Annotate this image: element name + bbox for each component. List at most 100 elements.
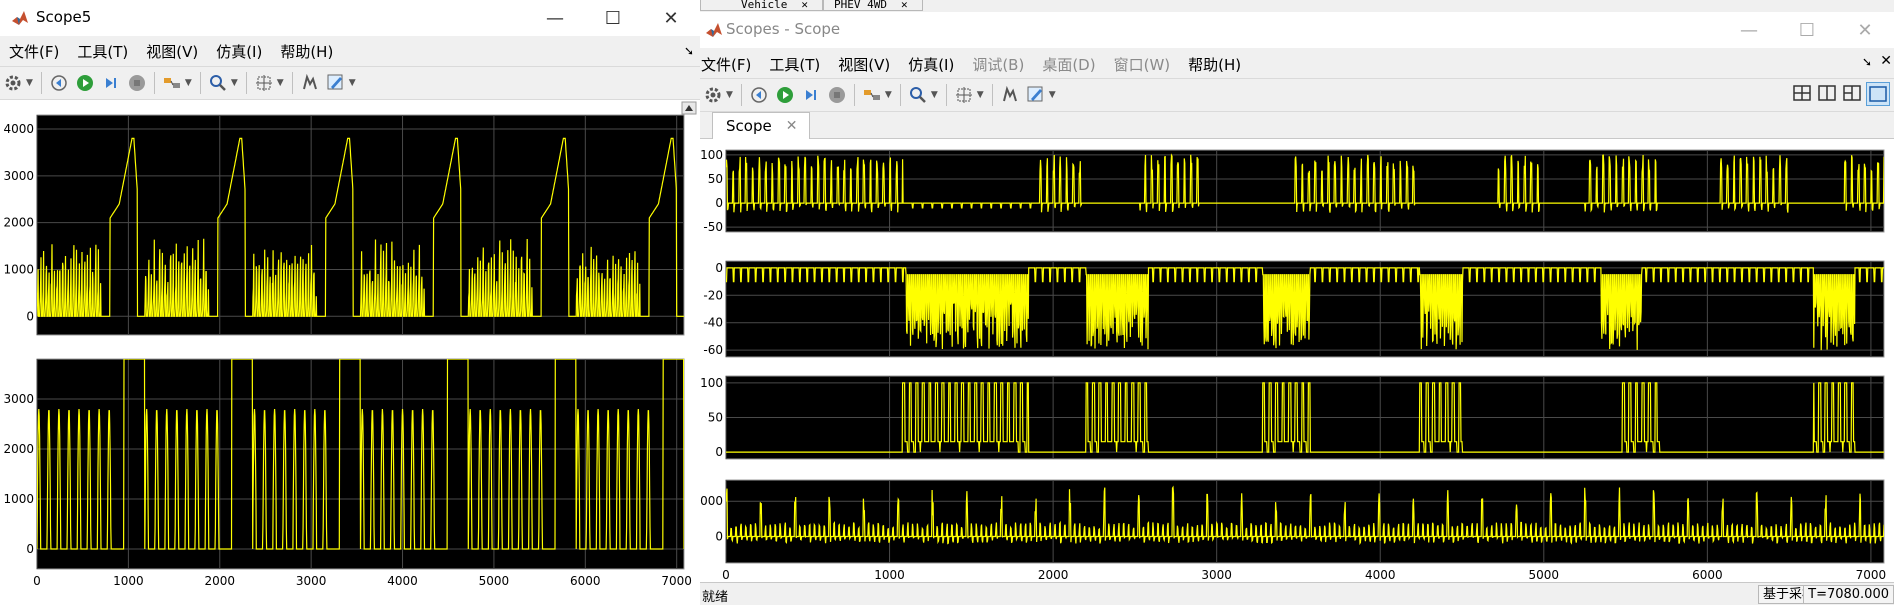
- stop-icon[interactable]: [826, 83, 848, 107]
- chevron-down-icon[interactable]: ▼: [349, 78, 356, 88]
- close-button[interactable]: ✕: [1836, 12, 1894, 48]
- highlight-icon[interactable]: [161, 71, 183, 95]
- minimize-button[interactable]: —: [526, 0, 584, 36]
- menu-help[interactable]: 帮助(H): [271, 39, 342, 65]
- menu-tools[interactable]: 工具(T): [760, 52, 829, 78]
- x-tick-label: 6000: [570, 574, 601, 588]
- layout-single-icon[interactable]: [1866, 82, 1890, 106]
- menu-file[interactable]: 文件(F): [700, 52, 760, 78]
- layout-grid-icon[interactable]: [1791, 82, 1813, 104]
- y-tick-label: 0: [26, 309, 34, 323]
- bg-tab-phev[interactable]: PHEV_4WD ✕: [822, 0, 923, 11]
- menu-view[interactable]: 视图(V): [137, 39, 207, 65]
- menu-view[interactable]: 视图(V): [829, 52, 899, 78]
- x-tick-label: 4000: [1365, 568, 1396, 582]
- window-title: Scopes - Scope: [726, 20, 841, 38]
- menu-help[interactable]: 帮助(H): [1179, 52, 1250, 78]
- layout-split-left-icon[interactable]: [1841, 82, 1863, 104]
- y-tick-label: 100: [700, 376, 723, 390]
- x-tick-label: 2000: [1038, 568, 1069, 582]
- menubar: 文件(F) 工具(T) 视图(V) 仿真(I) 帮助(H): [0, 39, 700, 65]
- plot-background: [725, 149, 1885, 233]
- step-forward-icon[interactable]: [800, 83, 822, 107]
- style-icon[interactable]: [325, 71, 347, 95]
- y-tick-label: 0: [715, 196, 723, 210]
- scope5-window: Scope5 — ☐ ✕ 文件(F) 工具(T) 视图(V) 仿真(I) 帮助(…: [0, 0, 701, 605]
- x-tick-label: 0: [33, 574, 41, 588]
- step-back-icon[interactable]: [748, 83, 770, 107]
- menu-simulation[interactable]: 仿真(I): [899, 52, 963, 78]
- menu-window[interactable]: 窗口(W): [1105, 52, 1180, 78]
- run-icon[interactable]: [774, 83, 796, 107]
- x-tick-label: 7000: [1856, 568, 1887, 582]
- gear-icon[interactable]: [2, 71, 24, 95]
- chevron-down-icon[interactable]: ▼: [231, 78, 238, 88]
- close-icon[interactable]: ✕: [801, 0, 808, 10]
- gear-icon[interactable]: [702, 83, 724, 107]
- layout-split-icon[interactable]: [1816, 82, 1838, 104]
- y-tick-label: 2000: [3, 216, 34, 230]
- chevron-down-icon[interactable]: ▼: [1049, 90, 1056, 100]
- highlight-icon[interactable]: [861, 83, 883, 107]
- maximize-button[interactable]: ☐: [1778, 12, 1836, 48]
- chevron-down-icon[interactable]: ▼: [726, 90, 733, 100]
- toolbar-separator: [199, 72, 201, 94]
- maximize-button[interactable]: ☐: [584, 0, 642, 36]
- y-tick-label: 3000: [3, 392, 34, 406]
- dock-arrow-icon[interactable]: ➘: [1862, 55, 1872, 69]
- bg-tab-label: PHEV_4WD: [833, 0, 887, 11]
- x-tick-label: 1000: [874, 568, 905, 582]
- menu-debug[interactable]: 调试(B): [963, 52, 1033, 78]
- zoom-icon[interactable]: [907, 83, 929, 107]
- scopes-plots: -50050100-60-40-20005010000000 1000 2000 30…: [700, 148, 1887, 582]
- x-tick-label: 3000: [1201, 568, 1232, 582]
- scope5-plot-area: 0 1000 2000 3000 4000 0 1000 2000 3000 0 1000 2000 3…: [0, 100, 700, 605]
- chevron-down-icon[interactable]: ▼: [931, 90, 938, 100]
- cursor-measure-icon[interactable]: [299, 71, 321, 95]
- close-icon[interactable]: ✕: [901, 0, 908, 10]
- run-icon[interactable]: [74, 71, 96, 95]
- close-icon[interactable]: ✕: [1880, 53, 1892, 69]
- autoscale-icon[interactable]: [953, 83, 975, 107]
- tab-scope[interactable]: Scope ✕: [712, 112, 810, 139]
- scope-axes-4: [725, 260, 1885, 358]
- menu-file[interactable]: 文件(F): [0, 39, 68, 65]
- scope-axes-1: [36, 114, 685, 336]
- chevron-down-icon[interactable]: ▼: [885, 90, 892, 100]
- zoom-icon[interactable]: [207, 71, 229, 95]
- chevron-down-icon[interactable]: ▼: [277, 78, 284, 88]
- step-back-icon[interactable]: [48, 71, 70, 95]
- dock-arrow-icon[interactable]: ➘: [684, 44, 694, 58]
- cursor-measure-icon[interactable]: [999, 83, 1021, 107]
- close-button[interactable]: ✕: [642, 0, 700, 36]
- minimize-button[interactable]: —: [1720, 12, 1778, 48]
- scopes-titlebar[interactable]: Scopes - Scope — ☐ ✕: [700, 12, 1894, 48]
- menu-tools[interactable]: 工具(T): [68, 39, 137, 65]
- y-tick-label: 2000: [3, 442, 34, 456]
- menu-simulation[interactable]: 仿真(I): [207, 39, 271, 65]
- autoscale-icon[interactable]: [253, 71, 275, 95]
- style-icon[interactable]: [1025, 83, 1047, 107]
- chevron-down-icon[interactable]: ▼: [977, 90, 984, 100]
- background-tabs: Vehicle ✕ PHEV_4WD ✕: [700, 0, 923, 11]
- plot-background: [725, 479, 1885, 564]
- bg-tab-vehicle[interactable]: Vehicle ✕: [700, 0, 823, 11]
- y-tick-label: 0: [715, 261, 723, 275]
- chevron-down-icon[interactable]: ▼: [26, 78, 33, 88]
- step-forward-icon[interactable]: [100, 71, 122, 95]
- stop-icon[interactable]: [126, 71, 148, 95]
- close-icon[interactable]: ✕: [786, 118, 798, 134]
- x-tick-label: 7000: [661, 574, 692, 588]
- chevron-down-icon[interactable]: ▼: [185, 78, 192, 88]
- x-tick-label: 5000: [479, 574, 510, 588]
- statusbar: 就绪 基于采样 T=7080.000: [700, 582, 1894, 605]
- x-tick-label: 5000: [1529, 568, 1560, 582]
- menu-desktop[interactable]: 桌面(D): [1033, 52, 1104, 78]
- toolbar-separator: [740, 84, 742, 106]
- scope5-plots: 0 1000 2000 3000 4000 0 1000 2000 3000 0 1000 2000 3…: [3, 101, 697, 588]
- scope5-titlebar[interactable]: Scope5 — ☐ ✕: [0, 0, 700, 36]
- scopes-window: Vehicle ✕ PHEV_4WD ✕ Scopes - Scope — ☐ ✕ …: [700, 0, 1894, 605]
- y-tick-label: 3000: [3, 169, 34, 183]
- toolbar-separator: [853, 84, 855, 106]
- x-tick-label: 3000: [296, 574, 327, 588]
